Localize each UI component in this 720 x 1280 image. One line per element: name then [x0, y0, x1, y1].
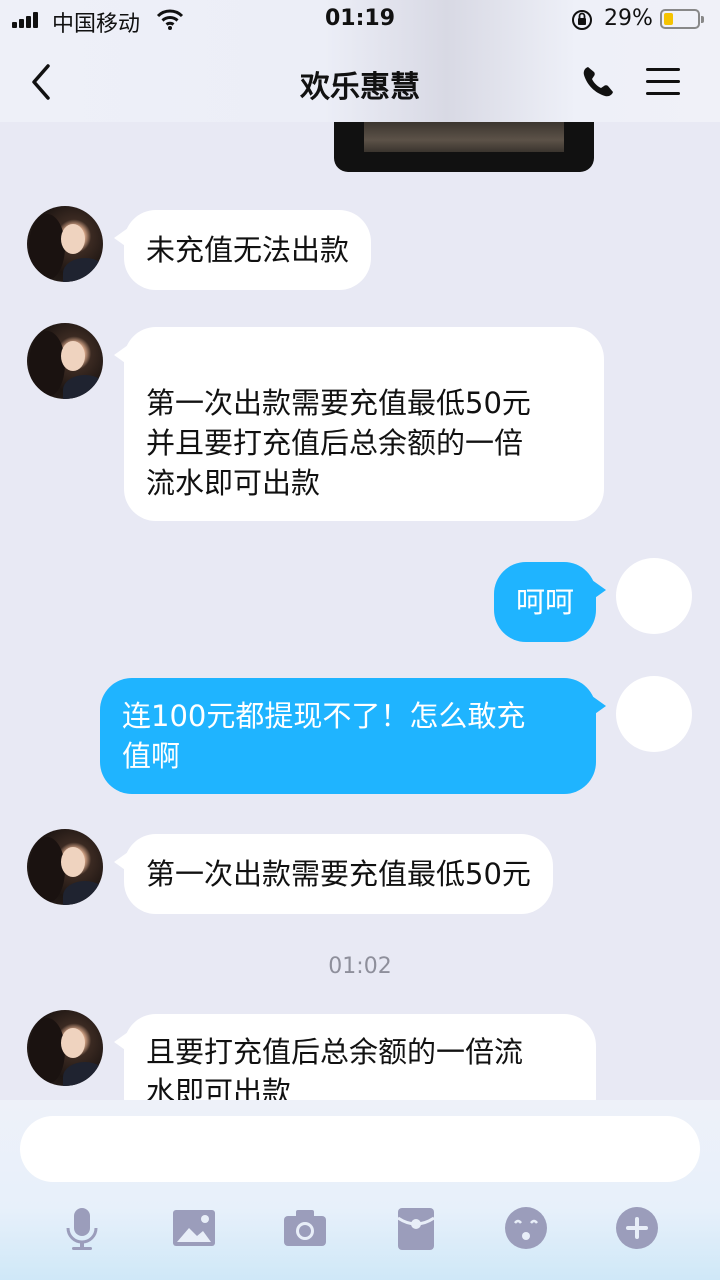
- battery-fill: [664, 13, 673, 25]
- message-text: 未充值无法出款: [146, 233, 350, 267]
- battery-icon: [660, 9, 704, 29]
- contact-avatar[interactable]: [27, 323, 103, 399]
- user-avatar[interactable]: [616, 558, 692, 634]
- media-thumbnail[interactable]: [334, 122, 594, 172]
- emoji-icon[interactable]: [502, 1204, 550, 1252]
- plus-icon[interactable]: [613, 1204, 661, 1252]
- microphone-icon[interactable]: [58, 1204, 106, 1252]
- red-packet-icon[interactable]: [392, 1204, 440, 1252]
- user-avatar[interactable]: [616, 676, 692, 752]
- message-input[interactable]: [20, 1116, 700, 1182]
- message-line: 值啊: [122, 739, 181, 773]
- message-text: 第一次出款需要充值最低50元: [146, 857, 531, 891]
- incoming-message[interactable]: 未充值无法出款: [113, 210, 372, 290]
- orientation-lock-icon: [572, 10, 592, 30]
- status-bar: 中国移动 01:19 29%: [0, 0, 720, 40]
- contact-avatar[interactable]: [27, 829, 103, 905]
- top-bar: 中国移动 01:19 29% 欢乐惠慧: [0, 0, 720, 122]
- message-line: 连100元都提现不了！怎么敢充: [122, 699, 526, 733]
- message-line: 且要打充值后总余额的一倍流: [146, 1035, 524, 1069]
- contact-avatar[interactable]: [27, 206, 103, 282]
- composer: [0, 1100, 720, 1280]
- camera-icon[interactable]: [281, 1204, 329, 1252]
- timestamp: 01:02: [328, 954, 392, 979]
- phone-icon[interactable]: [580, 64, 616, 100]
- chat-area[interactable]: 未充值无法出款 第一次出款需要充值最低50元 并且要打充值后总余额的一倍 流水即…: [0, 122, 720, 1100]
- contact-avatar[interactable]: [27, 1010, 103, 1086]
- outgoing-message[interactable]: 连100元都提现不了！怎么敢充 值啊: [100, 678, 606, 794]
- incoming-message[interactable]: 第一次出款需要充值最低50元 并且要打充值后总余额的一倍 流水即可出款: [114, 327, 604, 521]
- message-line: 流水即可出款: [146, 466, 321, 500]
- menu-icon[interactable]: [646, 66, 682, 96]
- message-text: 呵呵: [515, 585, 574, 619]
- message-line: 第一次出款需要充值最低50元: [146, 386, 531, 420]
- image-icon[interactable]: [170, 1204, 218, 1252]
- outgoing-message[interactable]: 呵呵: [493, 562, 607, 642]
- incoming-message[interactable]: 且要打充值后总余额的一倍流 水即可出款: [114, 1014, 596, 1100]
- battery-percent: 29%: [604, 6, 653, 31]
- message-line: 水即可出款: [146, 1075, 292, 1100]
- incoming-message[interactable]: 第一次出款需要充值最低50元: [114, 834, 553, 914]
- message-line: 并且要打充值后总余额的一倍: [146, 426, 524, 460]
